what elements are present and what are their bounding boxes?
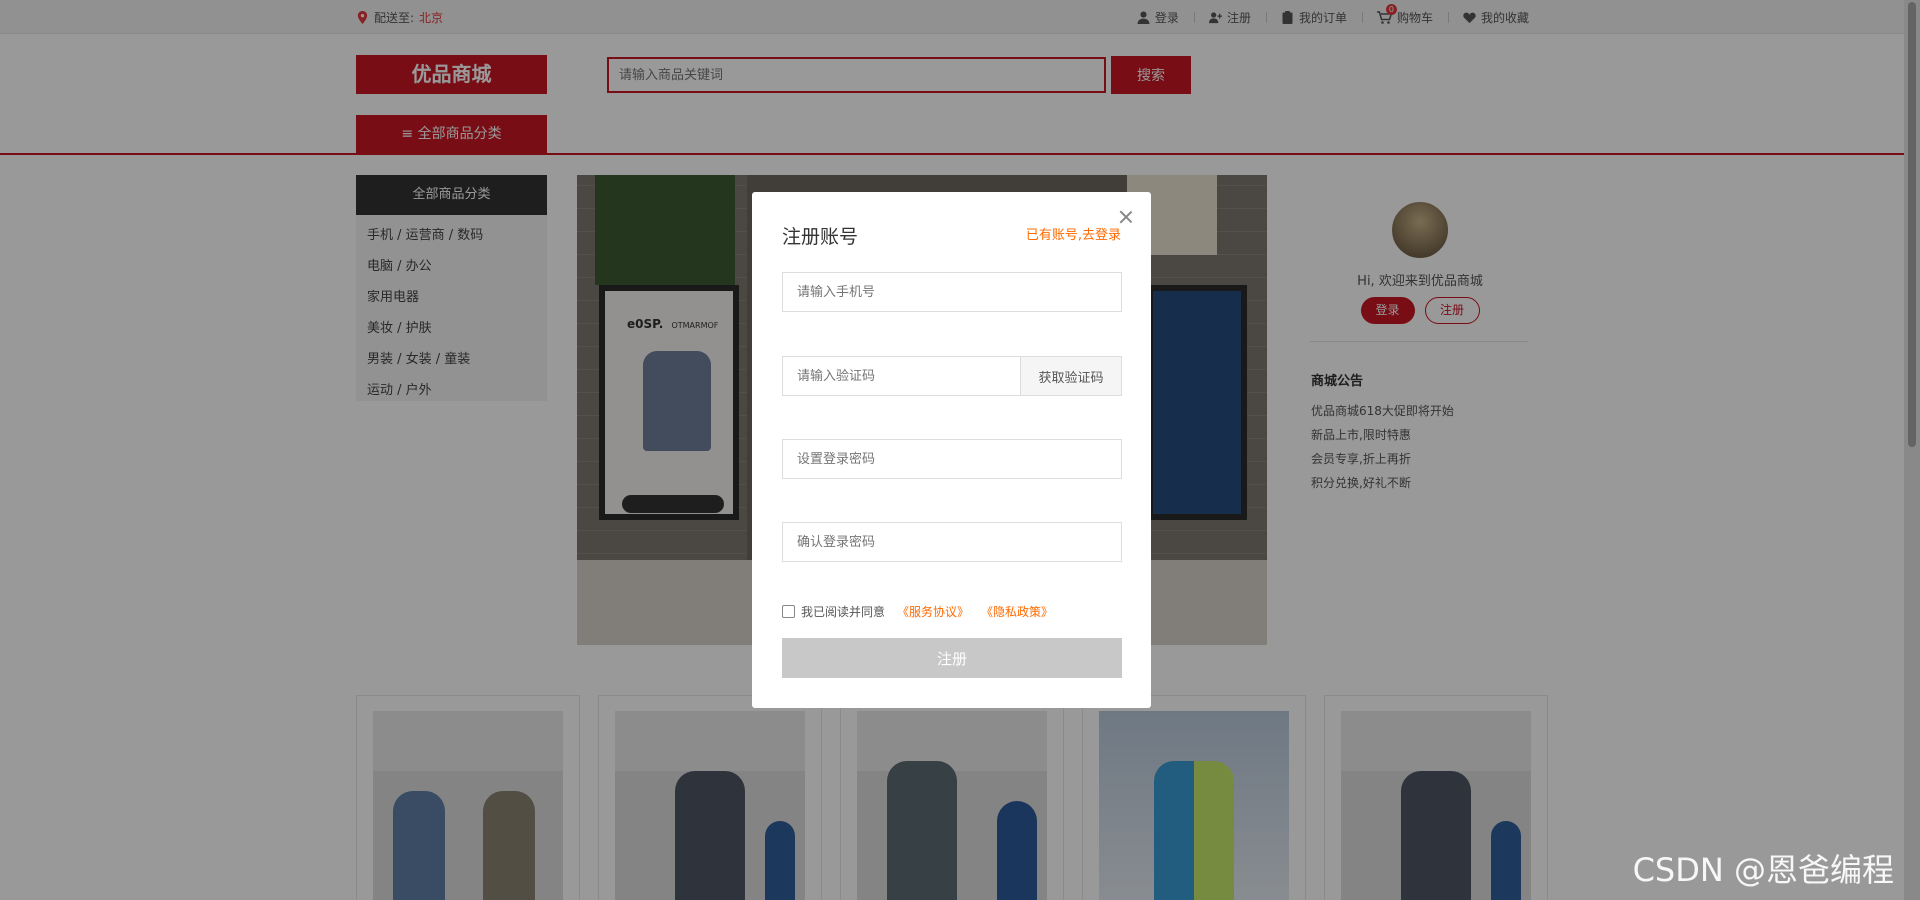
register-submit-button[interactable]: 注册 (782, 638, 1122, 678)
go-login-link[interactable]: 已有账号,去登录 (1026, 224, 1121, 243)
watermark: CSDN @恩爸编程 (1632, 851, 1894, 889)
confirm-password-input[interactable] (782, 522, 1122, 562)
modal-title: 注册账号 (782, 226, 859, 248)
get-code-button[interactable]: 获取验证码 (1020, 356, 1122, 396)
password-input[interactable] (782, 439, 1122, 479)
privacy-policy-link[interactable]: 《隐私政策》 (981, 603, 1053, 620)
close-icon[interactable] (1118, 209, 1134, 225)
agreement-row: 我已阅读并同意 《服务协议》 《隐私政策》 (782, 603, 1053, 620)
verification-code-input[interactable] (782, 356, 1021, 396)
agree-text: 我已阅读并同意 (801, 605, 886, 619)
service-agreement-link[interactable]: 《服务协议》 (897, 603, 969, 620)
register-modal: 注册账号 已有账号,去登录 获取验证码 我已阅读并同意 《服务协议》 《隐私政策… (752, 192, 1151, 708)
phone-input[interactable] (782, 272, 1122, 312)
agree-checkbox[interactable] (782, 605, 795, 618)
